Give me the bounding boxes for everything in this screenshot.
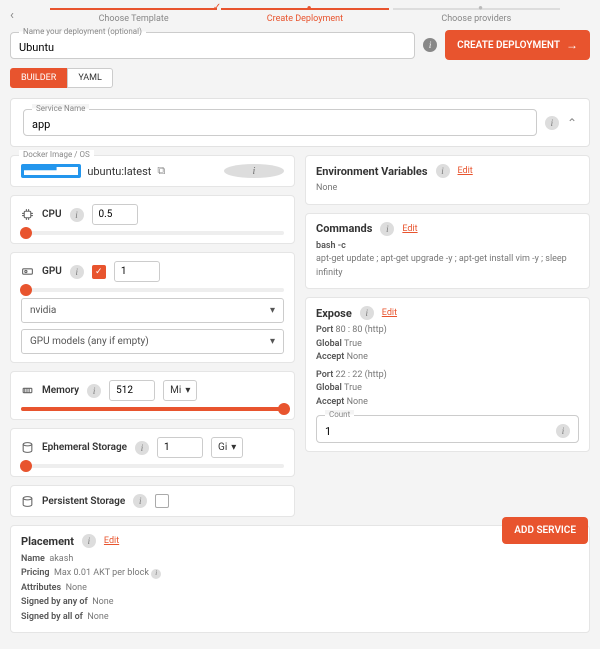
info-icon[interactable]: i [360,306,374,320]
chevron-down-icon: ▾ [270,336,275,347]
docker-image-value: ubuntu:latest [87,165,151,178]
memory-input[interactable] [109,380,155,401]
info-icon[interactable]: i [87,384,101,398]
step-choose-providers: Choose providers [393,8,560,24]
count-field[interactable]: Count i [316,415,579,443]
chevron-down-icon: ▾ [231,442,236,453]
info-icon[interactable]: i [423,38,437,52]
gpu-vendor-select[interactable]: nvidia▾ [21,298,284,323]
deployment-name-field[interactable]: Name your deployment (optional) [10,32,415,59]
persistent-checkbox[interactable]: ✓ [155,494,169,508]
memory-section: Memory i Mi▾ [10,371,295,420]
gpu-section: GPU i ✓ nvidia▾ GPU models (any if empty… [10,252,295,363]
memory-slider[interactable] [21,407,284,411]
service-name-field[interactable]: Service Name [23,109,537,136]
gpu-models-select[interactable]: GPU models (any if empty)▾ [21,329,284,354]
memory-icon [21,384,34,397]
storage-icon [21,441,34,454]
docker-icon [21,164,81,178]
external-link-icon[interactable]: ⧉ [157,164,217,178]
info-icon[interactable]: i [82,534,96,548]
info-icon[interactable]: i [380,222,394,236]
gpu-slider[interactable] [21,288,284,292]
cpu-slider[interactable] [21,231,284,235]
ephemeral-unit-select[interactable]: Gi▾ [211,437,243,458]
chevron-down-icon: ▾ [270,305,275,316]
commands-section: Commands i Edit bash -c apt-get update ;… [305,213,590,290]
ephemeral-input[interactable] [157,437,203,458]
tab-builder[interactable]: BUILDER [10,68,67,88]
info-icon[interactable]: i [133,494,147,508]
expose-section: Expose i Edit Port 80 : 80 (http) Global… [305,297,590,452]
chevron-down-icon: ▾ [185,385,190,396]
cpu-section: CPU i [10,195,295,244]
create-deployment-button[interactable]: CREATE DEPLOYMENT→ [445,30,590,60]
collapse-chevron-icon[interactable]: ⌃ [567,116,577,130]
gpu-icon [21,265,34,278]
info-icon[interactable]: i [436,164,450,178]
gpu-input[interactable] [114,261,160,282]
info-icon[interactable]: i [556,424,570,438]
arrow-right-icon: → [566,38,578,52]
info-icon[interactable]: i [135,441,149,455]
memory-unit-select[interactable]: Mi▾ [163,380,197,401]
info-icon[interactable]: i [70,208,84,222]
cpu-icon [21,208,34,221]
persistent-storage-section: Persistent Storage i ✓ [10,485,295,517]
ephemeral-slider[interactable] [21,464,284,468]
info-icon[interactable]: i [151,569,161,579]
placement-edit-link[interactable]: Edit [104,536,119,546]
service-name-input[interactable] [32,118,528,131]
tab-yaml[interactable]: YAML [67,68,113,88]
back-chevron-icon[interactable]: ‹ [10,8,14,23]
storage-icon [21,495,34,508]
gpu-checkbox[interactable]: ✓ [92,265,106,279]
step-choose-template[interactable]: Choose Template [50,8,217,24]
docker-image-section: Docker Image / OS ubuntu:latest ⧉ i [10,155,295,187]
ephemeral-storage-section: Ephemeral Storage i Gi▾ [10,428,295,477]
info-icon[interactable]: i [70,265,84,279]
deployment-name-input[interactable] [19,41,406,54]
add-service-button[interactable]: ADD SERVICE [502,517,588,544]
cpu-input[interactable] [92,204,138,225]
commands-edit-link[interactable]: Edit [402,224,417,234]
step-create-deployment: Create Deployment [221,8,388,24]
env-vars-section: Environment Variables i Edit None [305,155,590,205]
count-input[interactable] [325,425,556,438]
env-edit-link[interactable]: Edit [458,166,473,176]
expose-edit-link[interactable]: Edit [382,308,397,318]
info-icon[interactable]: i [545,116,559,130]
info-icon[interactable]: i [224,164,284,178]
